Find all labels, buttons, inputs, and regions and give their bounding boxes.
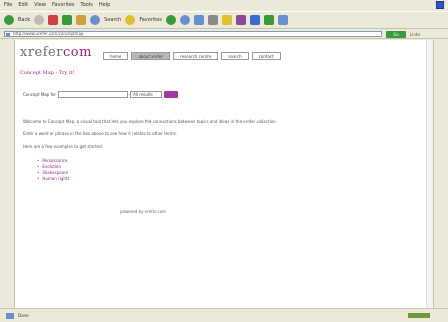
page-icon [6, 312, 14, 319]
menu-help[interactable]: Help [99, 2, 110, 8]
nav-about[interactable]: about xrefer [131, 52, 171, 60]
example-link[interactable]: Human rights [37, 176, 69, 182]
messenger-icon[interactable] [235, 15, 246, 25]
status-bar: Done [0, 308, 448, 322]
search-select[interactable]: All results [130, 91, 163, 98]
menu-tools[interactable]: Tools [81, 2, 93, 8]
page-title: Concept Map - Try it! [20, 70, 75, 76]
history-icon[interactable] [179, 15, 190, 25]
media-icon[interactable] [165, 15, 176, 25]
windows-logo-icon [436, 1, 444, 9]
page-content: xrefercom home about xrefer research cen… [14, 40, 434, 308]
tools-icon[interactable] [263, 15, 274, 25]
nav-search[interactable]: search [221, 52, 249, 60]
browser-toolbar: Back Search Favorites [0, 11, 448, 29]
search-input[interactable] [58, 91, 129, 98]
stop-icon[interactable] [48, 15, 59, 25]
menu-file[interactable]: File [4, 2, 12, 8]
favorites-label[interactable]: Favorites [139, 17, 162, 23]
favorites-icon[interactable] [125, 15, 136, 25]
search-button[interactable] [164, 91, 179, 98]
menu-view[interactable]: View [34, 2, 46, 8]
search-icon[interactable] [90, 15, 101, 25]
forward-icon[interactable] [34, 15, 45, 25]
vertical-scrollbar[interactable] [426, 40, 433, 308]
print-icon[interactable] [207, 15, 218, 25]
nav-home[interactable]: home [103, 52, 129, 60]
mail-icon[interactable] [193, 15, 204, 25]
examples-list: Renaissance Evolution Shakespeare Human … [37, 158, 69, 182]
home-icon[interactable] [76, 15, 87, 25]
menu-favorites[interactable]: Favorites [52, 2, 75, 8]
go-button[interactable]: Go [386, 30, 406, 38]
logo-suffix: com [62, 45, 92, 60]
search-row: Concept Map for All results [23, 91, 179, 98]
nav-tabs: home about xrefer research centre search… [103, 52, 281, 60]
instruction-paragraph: Enter a word or phrase in the box above … [23, 131, 178, 136]
search-label[interactable]: Search [104, 17, 121, 23]
links-button[interactable]: Links [410, 32, 420, 37]
examples-heading: Here are a few examples to get started: [23, 144, 103, 149]
menu-edit[interactable]: Edit [18, 2, 28, 8]
back-icon[interactable] [4, 15, 14, 25]
nav-research[interactable]: research centre [173, 52, 219, 60]
intro-paragraph: Welcome to Concept Map, a visual tool th… [23, 119, 277, 124]
menu-bar: File Edit View Favorites Tools Help [0, 0, 448, 10]
logo-text: xrefer [20, 45, 63, 60]
site-logo[interactable]: xrefercom [20, 45, 92, 60]
address-bar: http://www.xrefer.com/conceptmap Go Link… [0, 30, 448, 39]
search-label: Concept Map for [23, 92, 57, 97]
back-label[interactable]: Back [18, 17, 30, 23]
internet-zone-icon [408, 313, 430, 318]
refresh-icon[interactable] [62, 15, 73, 25]
address-input[interactable]: http://www.xrefer.com/conceptmap [4, 31, 382, 37]
app-icon[interactable] [249, 15, 260, 25]
research-icon[interactable] [277, 15, 288, 25]
nav-contact[interactable]: contact [251, 52, 281, 60]
status-text: Done [18, 313, 29, 318]
footer-text: powered by xrefer.com [120, 209, 167, 214]
folder-icon[interactable] [221, 15, 232, 25]
